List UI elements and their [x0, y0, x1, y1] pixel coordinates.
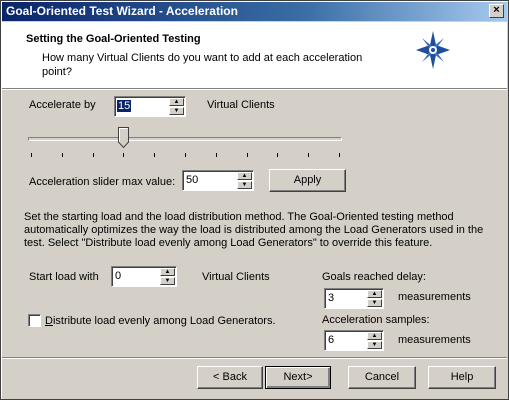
wizard-window: Goal-Oriented Test Wizard - Acceleration…: [0, 0, 509, 400]
window-title: Goal-Oriented Test Wizard - Acceleration: [6, 4, 238, 18]
slider-tick: [215, 153, 217, 157]
accelerate-by-label: Accelerate by: [29, 99, 96, 111]
slider-tick: [31, 153, 32, 157]
distribute-label-rest: istribute load evenly among Load Generat…: [52, 315, 276, 327]
distribute-evenly-checkbox[interactable]: [28, 314, 41, 327]
accel-samples-value[interactable]: 6: [328, 334, 334, 346]
start-load-unit-label: Virtual Clients: [202, 271, 270, 283]
accel-samples-label: Acceleration samples:: [322, 314, 430, 326]
description-text: Set the starting load and the load distr…: [24, 211, 484, 249]
close-icon: ×: [493, 4, 500, 16]
back-button[interactable]: < Back: [197, 366, 263, 389]
title-bar: Goal-Oriented Test Wizard - Acceleration…: [2, 2, 507, 21]
close-button[interactable]: ×: [489, 4, 504, 18]
slider-tick: [246, 153, 248, 157]
start-load-value[interactable]: 0: [115, 270, 121, 282]
header-subtitle: How many Virtual Clients do you want to …: [42, 52, 363, 78]
star-compass-icon: [416, 31, 450, 69]
slider-tick: [185, 153, 186, 157]
slider-tick: [92, 153, 94, 157]
distribute-evenly-label[interactable]: Distribute load evenly among Load Genera…: [45, 315, 276, 327]
goals-delay-unit: measurements: [398, 291, 471, 303]
apply-button[interactable]: Apply: [269, 169, 346, 192]
spin-down-icon[interactable]: ▼: [367, 341, 382, 349]
cancel-button[interactable]: Cancel: [348, 366, 416, 389]
accelerate-by-value[interactable]: 15: [117, 100, 132, 112]
accelerate-by-spinner[interactable]: 15 ▲ ▼: [114, 96, 186, 117]
spin-up-icon[interactable]: ▲: [367, 290, 382, 298]
goals-delay-label: Goals reached delay:: [322, 271, 426, 283]
help-button[interactable]: Help: [428, 366, 496, 389]
spin-down-icon[interactable]: ▼: [367, 299, 382, 307]
header-title: Setting the Goal-Oriented Testing: [26, 33, 201, 45]
slider-tick: [61, 153, 63, 157]
start-load-label: Start load with: [29, 271, 99, 283]
accel-samples-unit: measurements: [398, 334, 471, 346]
slider-tick: [308, 153, 310, 157]
spin-down-icon[interactable]: ▼: [160, 277, 175, 285]
slider-tick: [277, 153, 279, 157]
next-button[interactable]: Next>: [265, 366, 331, 389]
goals-delay-spinner[interactable]: 3 ▲ ▼: [324, 288, 384, 309]
slider-tick: [123, 153, 125, 157]
accelerate-unit-label: Virtual Clients: [207, 99, 275, 111]
slider-tick: [154, 153, 156, 157]
wizard-header: Setting the Goal-Oriented Testing How ma…: [2, 22, 507, 89]
goals-delay-value[interactable]: 3: [328, 292, 334, 304]
start-load-spinner[interactable]: 0 ▲ ▼: [111, 266, 177, 287]
slider-tick: [339, 153, 340, 157]
button-separator: [2, 357, 507, 359]
spin-up-icon[interactable]: ▲: [367, 332, 382, 340]
spin-up-icon[interactable]: ▲: [237, 172, 252, 180]
acceleration-slider-track[interactable]: [28, 137, 342, 141]
accel-samples-spinner[interactable]: 6 ▲ ▼: [324, 330, 384, 351]
slider-max-label: Acceleration slider max value:: [29, 176, 176, 188]
spin-down-icon[interactable]: ▼: [169, 107, 184, 115]
spin-down-icon[interactable]: ▼: [237, 181, 252, 189]
slider-max-value[interactable]: 50: [186, 174, 198, 186]
spin-up-icon[interactable]: ▲: [160, 268, 175, 276]
acceleration-slider-thumb[interactable]: [117, 127, 129, 148]
spin-up-icon[interactable]: ▲: [169, 98, 184, 106]
slider-max-spinner[interactable]: 50 ▲ ▼: [182, 170, 254, 191]
distribute-mnemonic: D: [45, 315, 53, 327]
